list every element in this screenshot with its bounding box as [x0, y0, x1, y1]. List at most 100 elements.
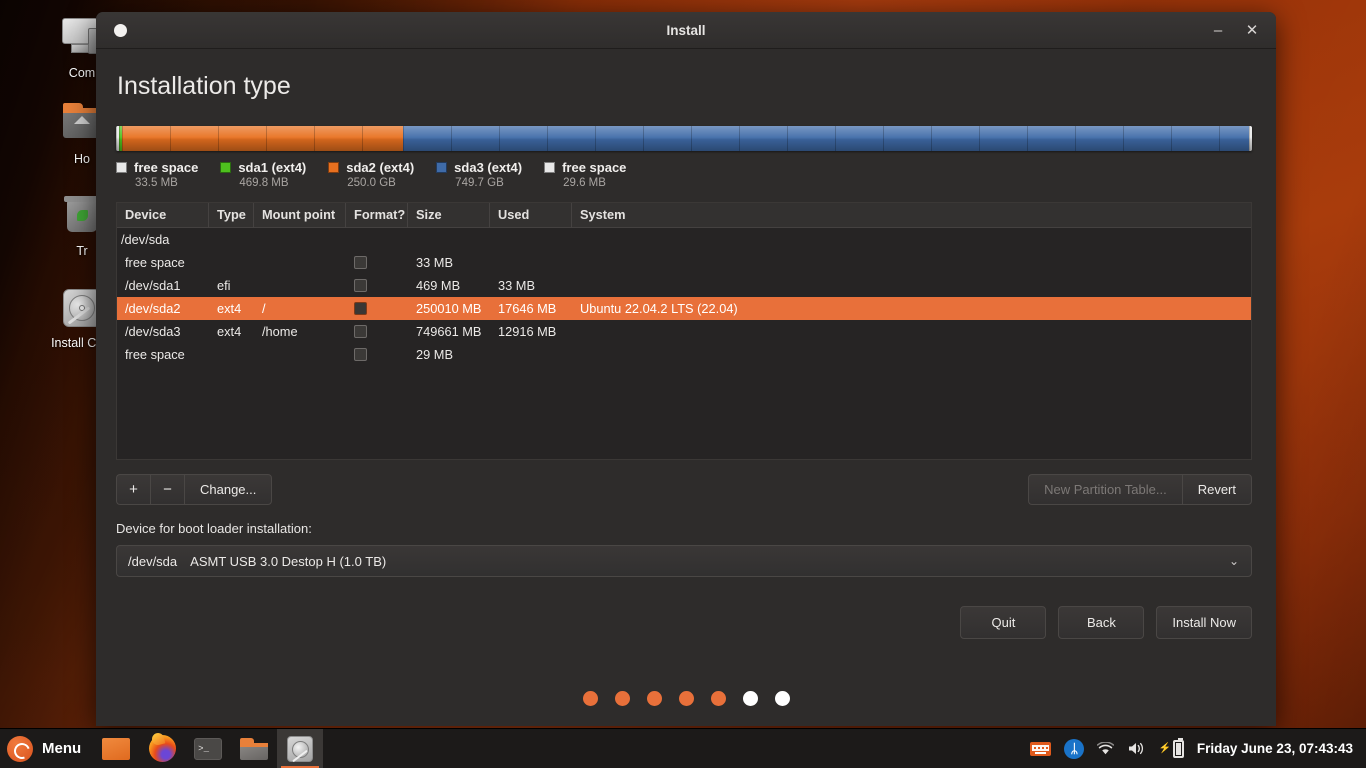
- partition-bar[interactable]: [116, 126, 1252, 151]
- bootloader-device-select[interactable]: /dev/sda ASMT USB 3.0 Destop H (1.0 TB) …: [116, 545, 1252, 577]
- cell-used: 17646 MB: [490, 297, 572, 320]
- cell-used: [490, 228, 572, 251]
- cell-system: [572, 343, 1251, 366]
- folder-icon: [240, 738, 268, 760]
- format-checkbox[interactable]: [354, 279, 367, 292]
- firefox-icon: [149, 735, 176, 762]
- battery-icon[interactable]: ⚡: [1158, 740, 1183, 758]
- cell-format: [346, 228, 408, 251]
- table-column-header[interactable]: Format?: [346, 203, 408, 228]
- page-title: Installation type: [116, 49, 1256, 101]
- clock[interactable]: Friday June 23, 07:43:43: [1197, 741, 1353, 756]
- terminal-launcher[interactable]: >_: [185, 729, 231, 768]
- firefox-launcher[interactable]: [139, 729, 185, 768]
- cell-size: 469 MB: [408, 274, 490, 297]
- table-row[interactable]: /dev/sda: [117, 228, 1251, 251]
- progress-dot: [711, 691, 726, 706]
- files-orange-icon: [102, 738, 130, 760]
- install-now-button[interactable]: Install Now: [1156, 606, 1252, 639]
- table-row[interactable]: free space 33 MB: [117, 251, 1251, 274]
- table-row[interactable]: free space29 MB: [117, 343, 1251, 366]
- legend-partition-size: 749.7 GB: [455, 177, 522, 189]
- cinnamon-logo-icon: [7, 736, 33, 762]
- table-column-header[interactable]: Device: [117, 203, 209, 228]
- change-partition-button[interactable]: Change...: [184, 474, 272, 505]
- cell-size: [408, 228, 490, 251]
- cell-device: /dev/sda3: [117, 320, 209, 343]
- table-column-header[interactable]: System: [572, 203, 1251, 228]
- partition-bar-section: free space33.5 MBsda1 (ext4)469.8 MBsda2…: [116, 126, 1256, 189]
- add-partition-button[interactable]: +: [116, 474, 150, 505]
- quit-button[interactable]: Quit: [960, 606, 1046, 639]
- cell-system: Ubuntu 22.04.2 LTS (22.04): [572, 297, 1251, 320]
- legend-partition-size: 250.0 GB: [347, 177, 414, 189]
- format-checkbox[interactable]: [354, 256, 367, 269]
- cell-format: [346, 297, 408, 320]
- battery-charging-bolt-icon: ⚡: [1158, 743, 1170, 754]
- bootloader-label: Device for boot loader installation:: [116, 521, 1256, 536]
- new-partition-table-button[interactable]: New Partition Table...: [1028, 474, 1182, 505]
- cell-size: 250010 MB: [408, 297, 490, 320]
- partition-bar-segment[interactable]: [1249, 126, 1252, 151]
- cell-type: [209, 251, 254, 274]
- cell-device: /dev/sda1: [117, 274, 209, 297]
- cell-type: [209, 228, 254, 251]
- cell-size: 33 MB: [408, 251, 490, 274]
- progress-dot: [679, 691, 694, 706]
- table-row[interactable]: /dev/sda2ext4/250010 MB17646 MBUbuntu 22…: [117, 297, 1251, 320]
- legend-swatch-icon: [220, 162, 231, 173]
- bluetooth-icon[interactable]: ᛦ: [1064, 739, 1084, 759]
- taskbar: Menu >_ ᛦ ⚡ Friday June 23, 07:43:43: [0, 728, 1366, 768]
- minimize-button[interactable]: –: [1204, 17, 1232, 43]
- format-checkbox[interactable]: [354, 302, 367, 315]
- cell-system: [572, 274, 1251, 297]
- menu-button[interactable]: Menu: [0, 729, 93, 768]
- window-title: Install: [96, 23, 1276, 38]
- back-button[interactable]: Back: [1058, 606, 1144, 639]
- cell-device: free space: [117, 343, 209, 366]
- table-column-header[interactable]: Type: [209, 203, 254, 228]
- legend-partition-name: sda2 (ext4): [346, 160, 414, 175]
- cell-type: ext4: [209, 320, 254, 343]
- table-row[interactable]: /dev/sda1efi469 MB33 MB: [117, 274, 1251, 297]
- table-column-header[interactable]: Mount point: [254, 203, 346, 228]
- keyboard-icon[interactable]: [1030, 742, 1051, 756]
- wifi-icon[interactable]: [1097, 742, 1114, 756]
- partition-bar-ticks: [1249, 126, 1252, 151]
- partition-bar-segment[interactable]: [403, 126, 1249, 151]
- partition-table[interactable]: DeviceTypeMount pointFormat?SizeUsedSyst…: [116, 202, 1252, 460]
- progress-dot: [647, 691, 662, 706]
- partition-table-header: DeviceTypeMount pointFormat?SizeUsedSyst…: [117, 203, 1251, 228]
- cell-device: free space: [117, 251, 209, 274]
- cell-used: 12916 MB: [490, 320, 572, 343]
- bootloader-device-description: ASMT USB 3.0 Destop H (1.0 TB): [190, 554, 386, 569]
- remove-partition-button[interactable]: −: [150, 474, 184, 505]
- format-checkbox[interactable]: [354, 325, 367, 338]
- window-menu-icon[interactable]: [114, 24, 127, 37]
- table-row[interactable]: /dev/sda3ext4/home749661 MB12916 MB: [117, 320, 1251, 343]
- legend-swatch-icon: [328, 162, 339, 173]
- file-manager-launcher[interactable]: [231, 729, 277, 768]
- cell-type: ext4: [209, 297, 254, 320]
- partition-bar-segment[interactable]: [122, 126, 403, 151]
- table-column-header[interactable]: Used: [490, 203, 572, 228]
- format-checkbox[interactable]: [354, 348, 367, 361]
- close-button[interactable]: ✕: [1238, 17, 1266, 43]
- cell-format: [346, 343, 408, 366]
- cell-system: [572, 228, 1251, 251]
- window-titlebar: Install – ✕: [96, 12, 1276, 49]
- cell-size: 749661 MB: [408, 320, 490, 343]
- cell-mount-point: /: [254, 297, 346, 320]
- installer-launcher[interactable]: [277, 729, 323, 768]
- table-column-header[interactable]: Size: [408, 203, 490, 228]
- revert-button[interactable]: Revert: [1182, 474, 1252, 505]
- partition-table-buttons: New Partition Table... Revert: [1028, 474, 1252, 505]
- files-orange-launcher[interactable]: [93, 729, 139, 768]
- cell-system: [572, 320, 1251, 343]
- volume-icon[interactable]: [1127, 741, 1145, 756]
- legend-swatch-icon: [436, 162, 447, 173]
- chevron-down-icon: ⌄: [1229, 554, 1239, 568]
- cell-format: [346, 274, 408, 297]
- cell-mount-point: [254, 274, 346, 297]
- partition-legend-item: free space33.5 MB: [116, 160, 198, 189]
